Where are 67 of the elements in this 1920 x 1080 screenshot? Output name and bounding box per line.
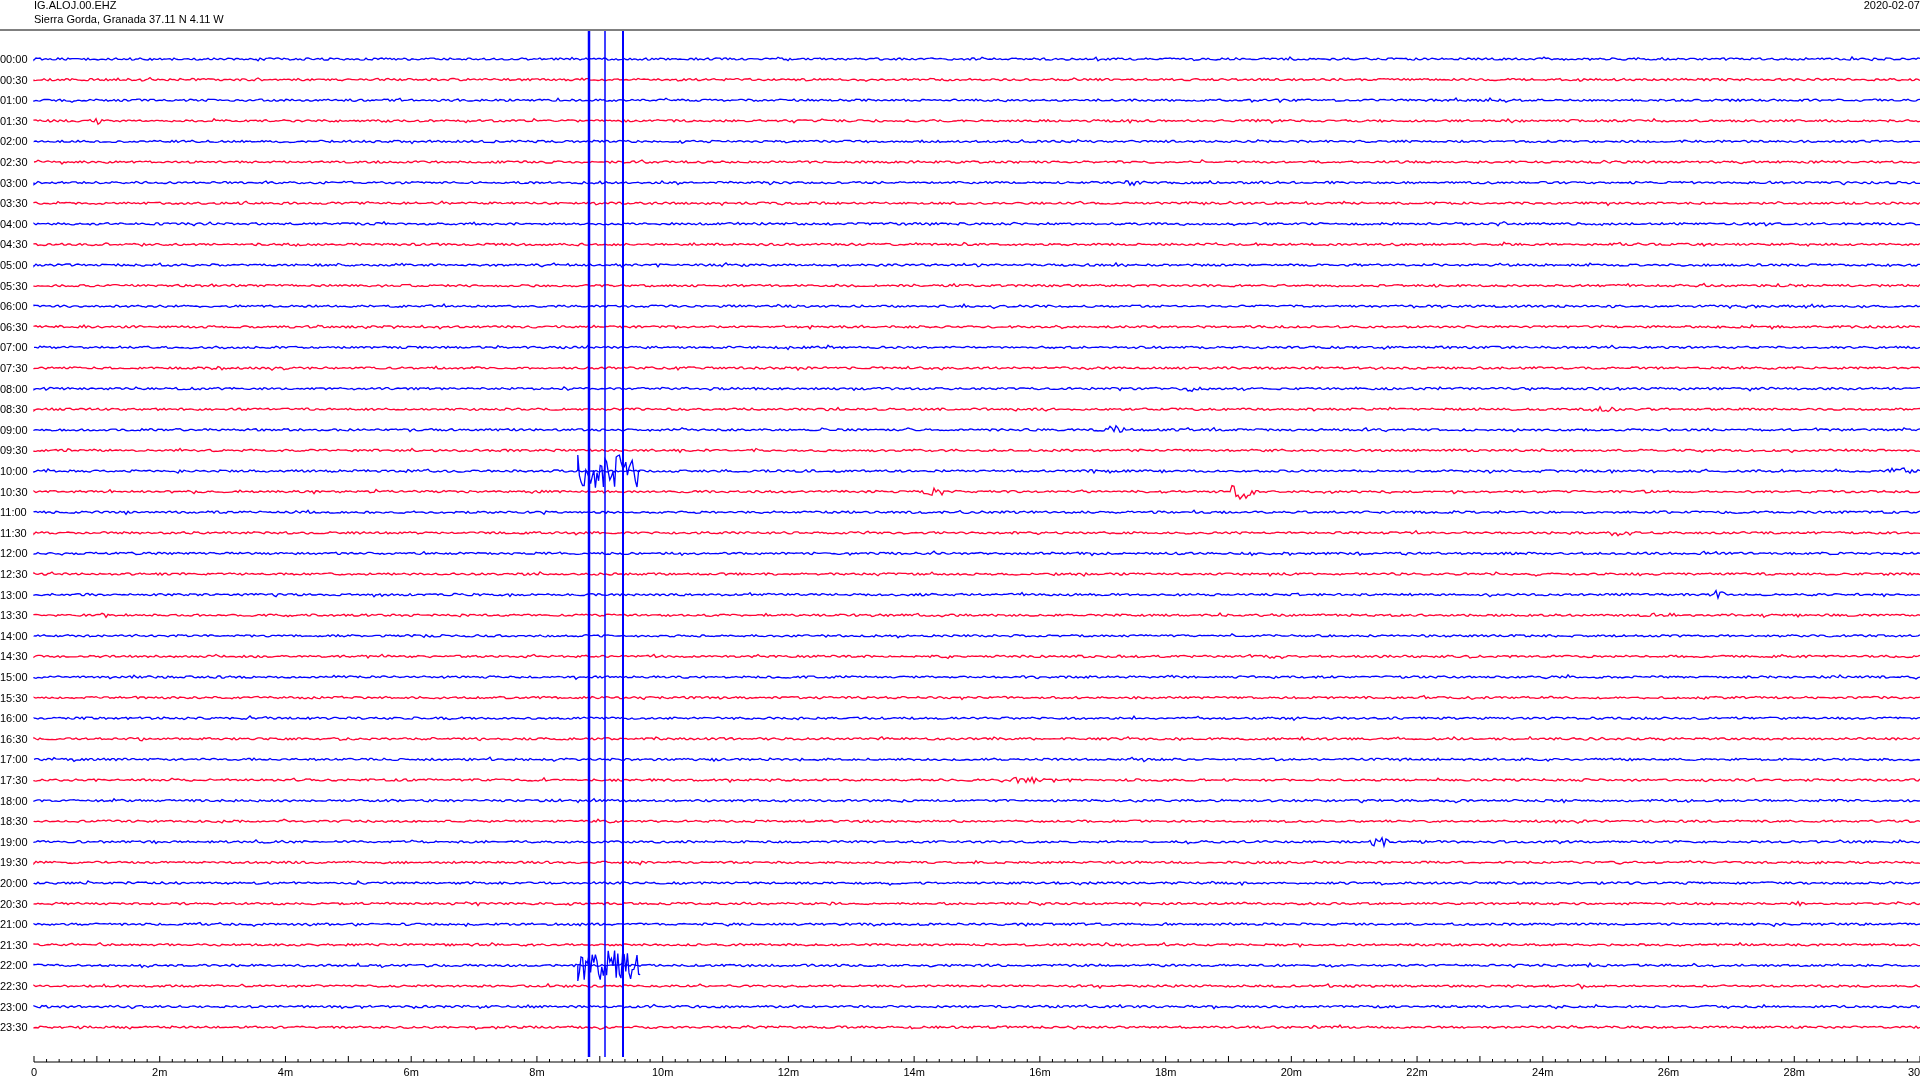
time-label: 14:30 <box>0 650 28 663</box>
time-label: 21:00 <box>0 918 28 931</box>
axis-tick-label: 24m <box>1532 1066 1554 1078</box>
time-label: 01:00 <box>0 94 28 107</box>
time-label: 06:00 <box>0 300 28 313</box>
time-label: 22:30 <box>0 980 28 992</box>
time-label: 21:30 <box>0 938 28 951</box>
time-label: 07:30 <box>0 362 28 374</box>
axis-tick-label: 14m <box>903 1066 925 1078</box>
axis-tick-label: 22m <box>1406 1066 1428 1078</box>
axis-tick-label: 20m <box>1280 1066 1303 1078</box>
time-label: 17:00 <box>0 753 28 766</box>
time-label: 20:00 <box>0 877 28 889</box>
axis-tick-label: 10m <box>651 1066 674 1078</box>
time-label: 12:30 <box>0 568 28 580</box>
time-label: 10:00 <box>0 465 28 477</box>
time-label: 19:30 <box>0 856 28 869</box>
time-label: 07:00 <box>0 341 28 354</box>
station-code: IG.ALOJ.00.EHZ <box>34 0 117 11</box>
time-label: 02:30 <box>0 156 28 168</box>
time-label: 04:30 <box>0 238 28 251</box>
time-label: 09:00 <box>0 423 28 436</box>
time-label: 18:00 <box>0 794 28 807</box>
time-label: 08:30 <box>0 403 28 416</box>
time-label: 20:30 <box>0 897 28 910</box>
time-label: 10:30 <box>0 485 28 498</box>
time-label: 11:30 <box>0 526 27 539</box>
axis-tick-label: 26m <box>1657 1066 1680 1078</box>
time-label: 15:00 <box>0 671 28 683</box>
time-label: 22:00 <box>0 959 28 972</box>
station-location: Sierra Gorda, Granada 37.11 N 4.11 W <box>34 13 224 25</box>
time-label: 02:00 <box>0 135 28 148</box>
time-label: 06:30 <box>0 320 28 333</box>
time-label: 12:00 <box>0 547 28 560</box>
time-label: 08:00 <box>0 382 28 395</box>
time-label: 01:30 <box>0 114 28 127</box>
record-date: 2020-02-07 <box>1863 0 1920 11</box>
time-label: 13:30 <box>0 609 28 622</box>
time-label: 16:30 <box>0 732 28 745</box>
time-label: 05:00 <box>0 259 28 271</box>
axis-tick-label: 0 <box>30 1066 38 1078</box>
axis-tick-label: 2m <box>152 1066 168 1078</box>
time-label: 23:30 <box>0 1021 28 1034</box>
axis-tick-label: 28m <box>1783 1066 1805 1078</box>
time-label: 13:00 <box>0 588 28 601</box>
time-label: 09:30 <box>0 444 28 457</box>
axis-tick-label: 4m <box>277 1066 294 1078</box>
time-label: 19:00 <box>0 835 28 848</box>
time-label: 00:00 <box>0 53 28 65</box>
time-label: 15:30 <box>0 691 28 704</box>
time-label: 14:00 <box>0 629 28 642</box>
axis-tick-label: 16m <box>1029 1066 1051 1078</box>
time-label: 03:00 <box>0 176 28 189</box>
axis-tick-label: 12m <box>777 1066 800 1078</box>
time-label: 05:30 <box>0 279 28 292</box>
axis-tick-label: 30 <box>1907 1066 1920 1078</box>
time-label: 17:30 <box>0 774 28 786</box>
time-label: 23:00 <box>0 1000 28 1013</box>
time-label: 00:30 <box>0 73 28 86</box>
time-label: 18:30 <box>0 815 28 828</box>
axis-tick-label: 18m <box>1154 1066 1177 1078</box>
axis-tick-label: 6m <box>403 1066 419 1078</box>
time-label: 16:00 <box>0 712 28 725</box>
time-label: 11:00 <box>0 506 27 519</box>
time-label: 04:00 <box>0 217 28 230</box>
time-label: 03:30 <box>0 197 28 210</box>
axis-tick-label: 8m <box>529 1066 545 1078</box>
